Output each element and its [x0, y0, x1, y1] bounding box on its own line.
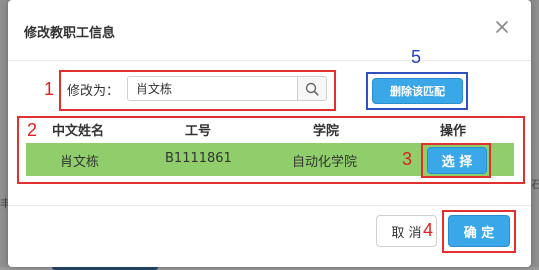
- cell-college: 自动化学院: [292, 155, 358, 170]
- cell-name: 肖文栋: [60, 155, 100, 170]
- background-text-left: 丰: [0, 197, 8, 210]
- header-divider: [8, 60, 531, 61]
- close-icon: [496, 21, 508, 33]
- close-button[interactable]: [495, 20, 509, 34]
- annotation-number-3: 3: [402, 149, 413, 169]
- header-action: 操作: [440, 124, 467, 139]
- annotation-number-1: 1: [44, 79, 55, 99]
- annotation-number-2: 2: [27, 120, 38, 140]
- delete-match-button[interactable]: 删除该匹配: [372, 78, 463, 104]
- header-college: 学院: [313, 124, 340, 139]
- confirm-button[interactable]: 确 定: [448, 215, 510, 247]
- footer-divider: [8, 205, 531, 206]
- search-button[interactable]: [297, 76, 327, 101]
- rename-label: 修改为：: [67, 84, 120, 99]
- annotation-number-5: 5: [411, 47, 422, 67]
- search-icon: [305, 82, 319, 96]
- header-name: 中文姓名: [52, 124, 105, 139]
- annotation-number-4: 4: [423, 220, 434, 240]
- header-id: 工号: [185, 124, 212, 139]
- select-button[interactable]: 选 择: [427, 147, 487, 174]
- cell-id: B1111861: [165, 151, 232, 166]
- background-text-right: 石: [531, 178, 539, 191]
- dialog-title: 修改教职工信息: [24, 26, 116, 41]
- rename-input[interactable]: [127, 76, 297, 101]
